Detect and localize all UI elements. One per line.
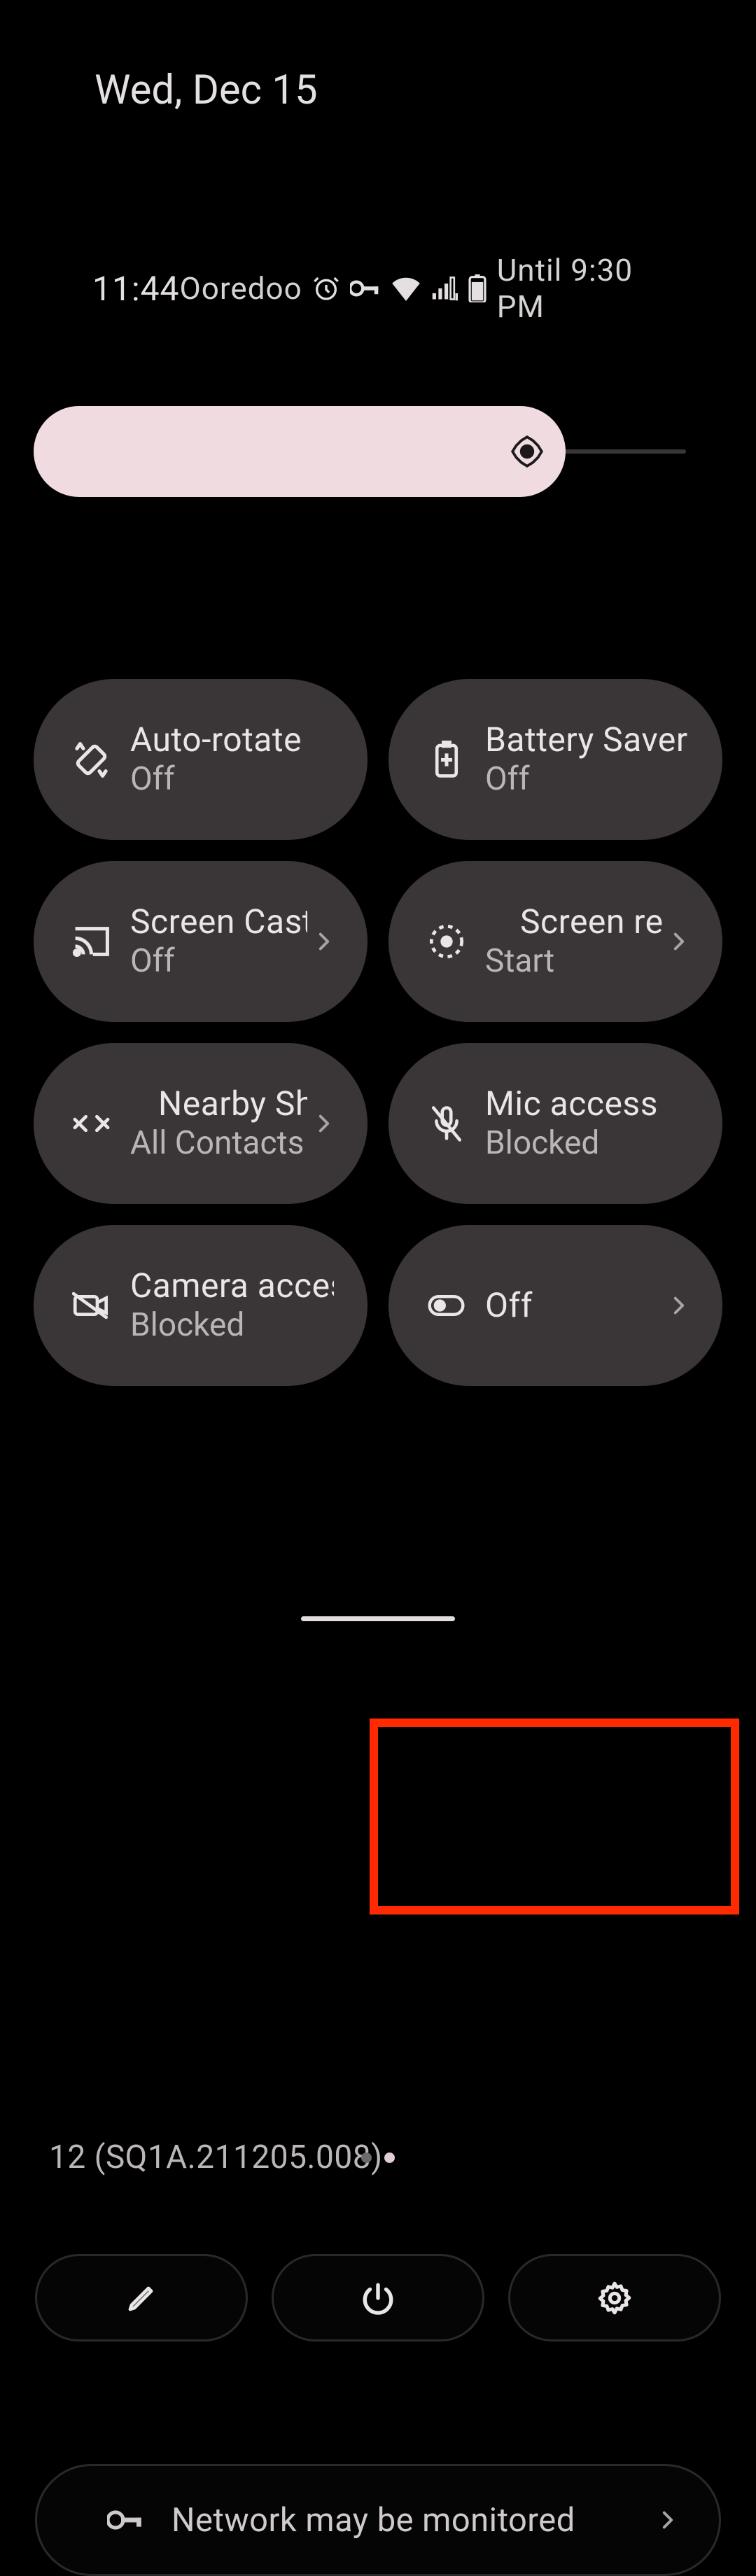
tile-auto-rotate[interactable]: Auto-rotate Off: [34, 679, 368, 840]
tile-camera-access[interactable]: Camera access Blocked: [34, 1225, 368, 1386]
tile-title: Screen rec: [485, 902, 662, 942]
alarm-icon: [312, 274, 340, 302]
settings-button[interactable]: [508, 2254, 721, 2342]
tile-subtitle: Start: [485, 942, 662, 981]
build-row: 12 (SQ1A.211205.008): [0, 2138, 756, 2176]
camera-off-icon: [72, 1287, 111, 1325]
status-right: Ooredoo Until 9:30 PM: [180, 252, 666, 325]
tile-title: Off: [485, 1286, 662, 1326]
tile-toggle-off[interactable]: Off: [388, 1225, 722, 1386]
vpn-key-icon: [107, 2502, 144, 2538]
power-icon: [360, 2281, 396, 2316]
tile-title: Battery Saver: [485, 720, 689, 760]
pencil-icon: [125, 2281, 158, 2315]
power-button[interactable]: [272, 2254, 484, 2342]
tile-subtitle: Off: [485, 760, 689, 799]
tile-title: Nearby Sh: [130, 1084, 307, 1124]
battery-icon: [468, 274, 487, 302]
mic-off-icon: [427, 1105, 465, 1143]
tile-screen-cast[interactable]: Screen Cast Off: [34, 861, 368, 1022]
chevron-right-icon: [659, 2511, 677, 2529]
highlight-annotation: [370, 1718, 739, 1914]
battery-saver-icon: [427, 741, 465, 779]
tile-mic-access[interactable]: Mic access Blocked: [388, 1043, 722, 1204]
page-indicator: [361, 2152, 395, 2163]
tile-screen-record[interactable]: Screen rec Start: [388, 861, 722, 1022]
screen-record-icon: [427, 923, 465, 961]
chevron-right-icon: [669, 932, 689, 951]
pager-dot-active: [384, 2152, 395, 2163]
status-bar: 11:44 Ooredoo Until 9:30 PM: [0, 252, 756, 325]
edit-tiles-button[interactable]: [35, 2254, 248, 2342]
tile-subtitle: Off: [130, 942, 307, 981]
gear-icon: [597, 2281, 632, 2316]
until-text: Until 9:30 PM: [497, 252, 666, 325]
chevron-right-icon: [669, 1296, 689, 1315]
tile-subtitle: Blocked: [485, 1124, 689, 1163]
chevron-right-icon: [314, 1114, 334, 1133]
brightness-icon: [510, 434, 545, 469]
tile-title: Mic access: [485, 1084, 689, 1124]
brightness-fill: [34, 406, 566, 497]
build-text: 12 (SQ1A.211205.008): [49, 2138, 383, 2176]
cast-icon: [72, 923, 111, 961]
brightness-slider[interactable]: [34, 406, 722, 497]
tile-title: Camera access: [130, 1266, 334, 1306]
vpn-key-icon: [350, 279, 381, 298]
qs-tiles-grid: Auto-rotate Off Battery Saver Off Screen…: [34, 679, 722, 1386]
network-notice-text: Network may be monitored: [172, 2501, 659, 2540]
nearby-share-icon: [72, 1105, 111, 1143]
tile-nearby-share[interactable]: Nearby Sh All Contacts: [34, 1043, 368, 1204]
tile-battery-saver[interactable]: Battery Saver Off: [388, 679, 722, 840]
carrier-text: Ooredoo: [180, 270, 302, 307]
pager-dot: [361, 2152, 372, 2163]
action-row: [35, 2254, 721, 2342]
gesture-nav-bar[interactable]: [301, 1616, 455, 1621]
wifi-icon: [391, 276, 421, 301]
status-time: 11:44: [92, 269, 180, 309]
signal-icon: [431, 276, 458, 301]
date-text: Wed, Dec 15: [94, 66, 318, 114]
network-monitored-notice[interactable]: Network may be monitored: [35, 2464, 721, 2576]
chevron-right-icon: [314, 932, 334, 951]
tile-title: Auto-rotate: [130, 720, 334, 760]
tile-subtitle: Blocked: [130, 1306, 334, 1345]
auto-rotate-icon: [72, 741, 111, 779]
tile-subtitle: All Contacts: [130, 1124, 307, 1163]
toggle-off-icon: [427, 1287, 465, 1325]
tile-subtitle: Off: [130, 760, 334, 799]
tile-title: Screen Cast: [130, 902, 307, 942]
